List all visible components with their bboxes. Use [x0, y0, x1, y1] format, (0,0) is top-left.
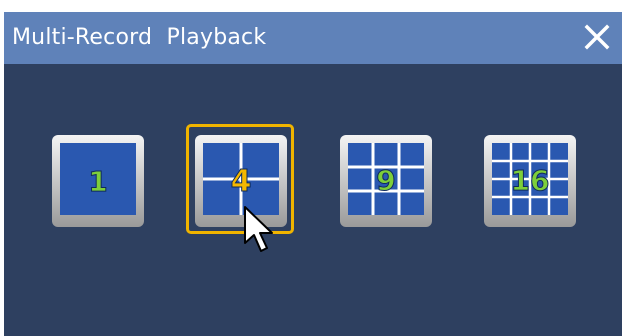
layout-16-button[interactable]: 16: [483, 134, 577, 228]
layout-1-button[interactable]: 1: [51, 134, 145, 228]
layout-4-button[interactable]: 4: [194, 134, 288, 228]
layout-1-label: 1: [88, 165, 107, 198]
layout-16-label: 16: [511, 164, 550, 197]
sixteen-view-icon: 16: [484, 135, 576, 227]
dialog-title: Multi-Record Playback: [12, 25, 267, 50]
layout-4-label: 4: [231, 164, 252, 199]
close-icon: [584, 24, 610, 50]
quad-view-icon: 4: [195, 135, 287, 227]
single-view-icon: 1: [52, 135, 144, 227]
layout-9-button[interactable]: 9: [339, 134, 433, 228]
layout-9-label: 9: [376, 164, 395, 197]
close-button[interactable]: [582, 22, 612, 52]
nine-view-icon: 9: [340, 135, 432, 227]
title-bar[interactable]: Multi-Record Playback: [4, 12, 622, 64]
